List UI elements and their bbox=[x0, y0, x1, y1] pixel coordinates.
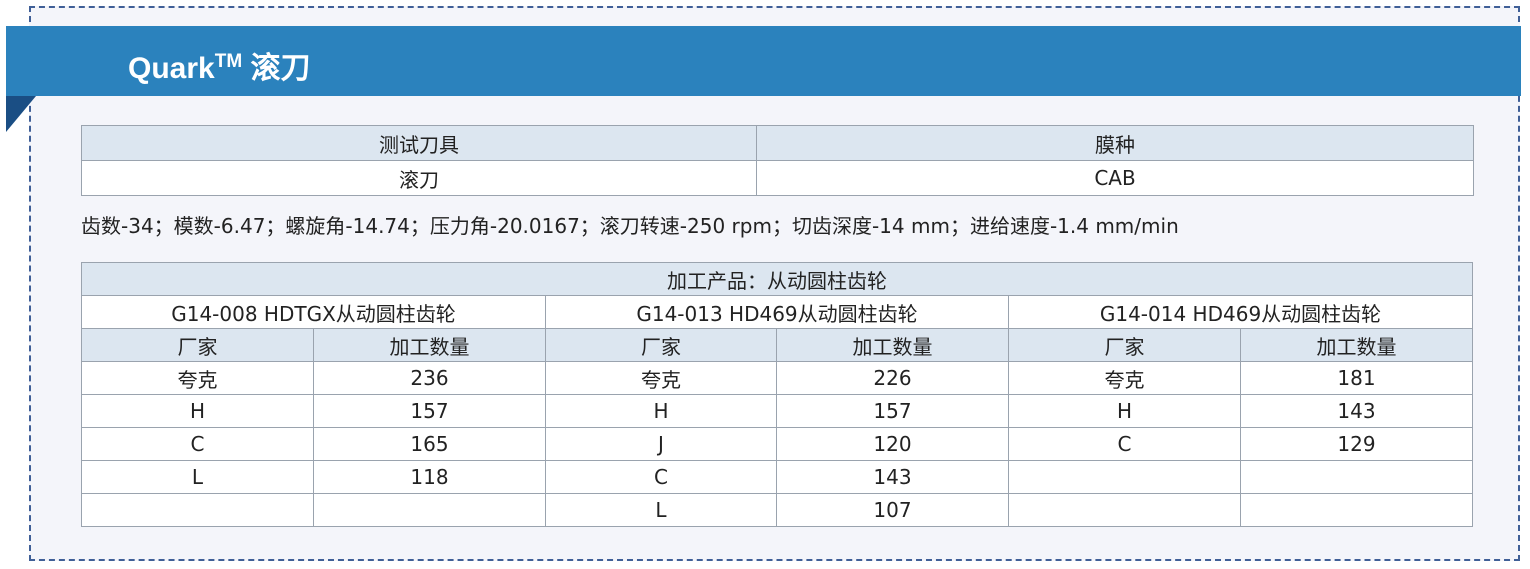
table-cell: 226 bbox=[776, 361, 1009, 395]
table-cell: J bbox=[545, 427, 777, 461]
tool-table-row: 滚刀 CAB bbox=[81, 160, 1474, 196]
product-group-row: G14-008 HDTGX从动圆柱齿轮 G14-013 HD469从动圆柱齿轮 … bbox=[81, 295, 1474, 329]
column-header-quantity: 加工数量 bbox=[1239, 328, 1474, 362]
product-group-cell: G14-013 HD469从动圆柱齿轮 bbox=[545, 295, 1009, 329]
table-cell: H bbox=[1008, 394, 1241, 428]
table-cell bbox=[313, 493, 546, 527]
table-cell: 夸克 bbox=[81, 361, 314, 395]
table-cell: 夸克 bbox=[1008, 361, 1241, 395]
table-cell: H bbox=[81, 394, 314, 428]
parameters-text: 齿数-34；模数-6.47；螺旋角-14.74；压力角-20.0167；滚刀转速… bbox=[81, 214, 1179, 238]
column-header-quantity: 加工数量 bbox=[776, 328, 1009, 362]
tool-header-cell: 测试刀具 bbox=[81, 125, 757, 161]
table-row: L 118 C 143 bbox=[81, 460, 1474, 494]
product-table-title: 加工产品：从动圆柱齿轮 bbox=[80, 262, 1474, 296]
column-header-manufacturer: 厂家 bbox=[1008, 328, 1241, 362]
table-cell: 236 bbox=[313, 361, 546, 395]
table-cell bbox=[1239, 460, 1474, 494]
column-header-manufacturer: 厂家 bbox=[81, 328, 314, 362]
table-cell: C bbox=[81, 427, 314, 461]
table-cell bbox=[1008, 460, 1241, 494]
table-cell: 129 bbox=[1239, 427, 1474, 461]
table-cell: 夸克 bbox=[545, 361, 777, 395]
product-table: 加工产品：从动圆柱齿轮 G14-008 HDTGX从动圆柱齿轮 G14-013 … bbox=[80, 262, 1474, 527]
table-cell: 157 bbox=[776, 394, 1009, 428]
table-cell bbox=[1008, 493, 1241, 527]
table-cell: 143 bbox=[776, 460, 1009, 494]
table-cell: L bbox=[545, 493, 777, 527]
table-cell: C bbox=[545, 460, 777, 494]
table-row: L 107 bbox=[81, 493, 1474, 527]
coating-cell: CAB bbox=[756, 160, 1474, 196]
table-row: 夸克 236 夸克 226 夸克 181 bbox=[81, 361, 1474, 395]
product-group-cell: G14-014 HD469从动圆柱齿轮 bbox=[1007, 295, 1474, 329]
product-table-title-row: 加工产品：从动圆柱齿轮 bbox=[80, 262, 1474, 296]
banner-fold bbox=[6, 96, 36, 132]
table-cell: H bbox=[545, 394, 777, 428]
table-cell: 181 bbox=[1239, 361, 1474, 395]
table-cell bbox=[1239, 493, 1474, 527]
product-group-cell: G14-008 HDTGX从动圆柱齿轮 bbox=[81, 295, 546, 329]
table-row: H 157 H 157 H 143 bbox=[81, 394, 1474, 428]
tool-table: 测试刀具 膜种 滚刀 CAB bbox=[81, 125, 1474, 196]
title-main: Quark bbox=[128, 52, 215, 85]
page-title: QuarkTM 滚刀 bbox=[128, 37, 311, 87]
table-cell: 118 bbox=[313, 460, 546, 494]
coating-header-cell: 膜种 bbox=[756, 125, 1474, 161]
title-trademark: TM bbox=[214, 51, 243, 72]
tool-table-header-row: 测试刀具 膜种 bbox=[81, 125, 1474, 161]
column-header-quantity: 加工数量 bbox=[313, 328, 546, 362]
table-cell: C bbox=[1008, 427, 1241, 461]
table-cell: 165 bbox=[313, 427, 546, 461]
table-cell: 107 bbox=[776, 493, 1009, 527]
table-cell: 120 bbox=[776, 427, 1009, 461]
table-cell: 143 bbox=[1239, 394, 1474, 428]
table-row: C 165 J 120 C 129 bbox=[81, 427, 1474, 461]
tool-cell: 滚刀 bbox=[81, 160, 757, 196]
table-cell: L bbox=[81, 460, 314, 494]
title-suffix: 滚刀 bbox=[250, 52, 311, 85]
table-cell: 157 bbox=[313, 394, 546, 428]
column-header-row: 厂家 加工数量 厂家 加工数量 厂家 加工数量 bbox=[81, 328, 1474, 362]
table-cell bbox=[81, 493, 314, 527]
column-header-manufacturer: 厂家 bbox=[545, 328, 777, 362]
